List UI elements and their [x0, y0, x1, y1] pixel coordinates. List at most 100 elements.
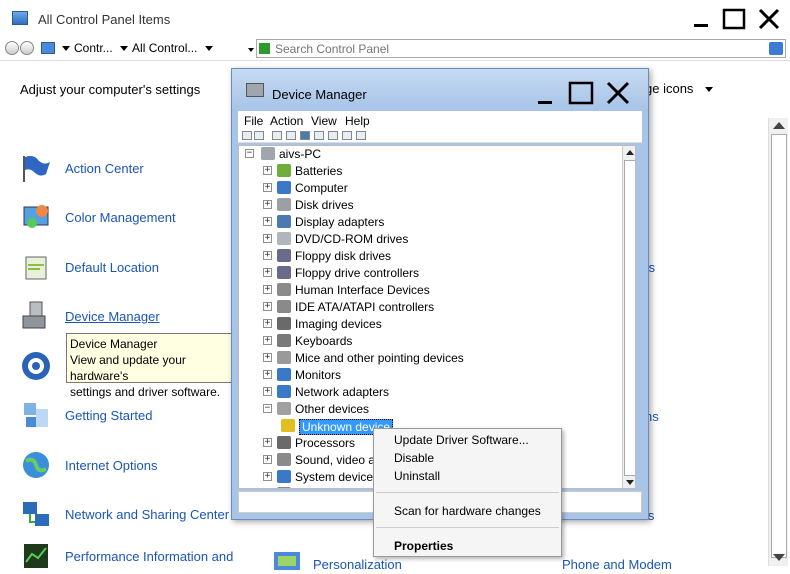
tree-label[interactable]: Monitors	[295, 368, 341, 382]
tree-label[interactable]: Display adapters	[295, 215, 384, 229]
globe-icon	[23, 452, 49, 478]
uninstall-menu-item[interactable]: Uninstall	[394, 469, 440, 483]
tree-label[interactable]: Mice and other pointing devices	[295, 351, 464, 365]
expand-icon[interactable]: +	[263, 251, 272, 260]
maximize-button[interactable]	[719, 6, 749, 32]
expand-icon[interactable]: +	[263, 387, 272, 396]
search-icon[interactable]	[769, 42, 783, 55]
control-panel-scrollbar[interactable]	[768, 118, 788, 566]
collapse-icon[interactable]: −	[263, 404, 272, 413]
back-icon[interactable]	[242, 131, 252, 140]
menu-file[interactable]: File	[244, 114, 263, 128]
breadcrumb-item[interactable]: All Control...	[132, 41, 197, 55]
back-icon[interactable]	[5, 41, 19, 55]
forward-icon[interactable]	[20, 41, 34, 55]
expand-icon[interactable]: +	[263, 268, 272, 277]
tree-scrollbar[interactable]	[622, 146, 635, 488]
cp-item-label[interactable]: Default Location	[65, 260, 159, 275]
expand-icon[interactable]: +	[263, 183, 272, 192]
expand-icon[interactable]: +	[263, 455, 272, 464]
dm-window-title: Device Manager	[272, 87, 367, 102]
cp-item-label[interactable]: Color Management	[65, 210, 176, 225]
view-by-selector[interactable]: ge icons	[645, 81, 717, 96]
tree-label[interactable]: Human Interface Devices	[295, 283, 430, 297]
cp-item-label[interactable]: Getting Started	[65, 408, 152, 423]
tree-label[interactable]: IDE ATA/ATAPI controllers	[295, 300, 434, 314]
tree-label[interactable]: Network adapters	[295, 385, 389, 399]
chevron-down-icon[interactable]	[705, 87, 714, 93]
show-hide-tree-icon[interactable]	[272, 131, 282, 140]
update-driver-icon[interactable]	[342, 131, 352, 140]
update-driver-menu-item[interactable]: Update Driver Software...	[394, 433, 529, 447]
dm-minimize-button[interactable]	[532, 79, 562, 109]
tree-label[interactable]: Keyboards	[295, 334, 352, 348]
device-category-icon	[277, 368, 291, 381]
device-category-icon	[277, 334, 291, 347]
scroll-up-icon[interactable]	[773, 122, 785, 129]
uninstall-icon[interactable]	[356, 131, 366, 140]
expand-icon[interactable]: +	[263, 319, 272, 328]
expand-icon[interactable]: +	[263, 438, 272, 447]
tree-label[interactable]: Processors	[295, 436, 355, 450]
cp-item-label[interactable]: Device Manager	[65, 309, 160, 324]
tree-label[interactable]: Other devices	[295, 402, 369, 416]
view-icon[interactable]	[314, 131, 324, 140]
scroll-thumb[interactable]	[771, 134, 787, 558]
tree-label[interactable]: Disk drives	[295, 198, 354, 212]
tree-label[interactable]: aivs-PC	[279, 147, 321, 161]
expand-icon[interactable]: +	[263, 217, 272, 226]
cp-item-label[interactable]: Internet Options	[65, 458, 158, 473]
close-button[interactable]	[754, 6, 784, 32]
menu-action[interactable]: Action	[270, 114, 303, 128]
menu-view[interactable]: View	[311, 114, 337, 128]
tree-label[interactable]: Universal Serial	[295, 487, 379, 488]
properties-icon[interactable]	[286, 131, 296, 140]
control-panel-small-icon	[41, 42, 55, 54]
tree-label[interactable]: Floppy drive controllers	[295, 266, 419, 280]
dm-maximize-button[interactable]	[566, 79, 596, 109]
expand-icon[interactable]: +	[263, 302, 272, 311]
search-input[interactable]	[275, 41, 765, 56]
scan-hardware-menu-item[interactable]: Scan for hardware changes	[394, 504, 541, 518]
expand-icon[interactable]: +	[263, 166, 272, 175]
device-manager-tooltip: Device Manager View and update your hard…	[66, 333, 248, 399]
tree-label[interactable]: Imaging devices	[295, 317, 382, 331]
properties-menu-item[interactable]: Properties	[394, 539, 453, 553]
cp-item-label[interactable]: Action Center	[65, 161, 144, 176]
expand-icon[interactable]: +	[263, 370, 272, 379]
ease-of-access-icon	[22, 352, 50, 380]
tree-label[interactable]: Computer	[295, 181, 348, 195]
cp-item-label[interactable]: Performance Information and	[65, 549, 233, 564]
tree-label[interactable]: DVD/CD-ROM drives	[295, 232, 408, 246]
device-category-icon	[277, 453, 291, 466]
menu-help[interactable]: Help	[345, 114, 370, 128]
scan-hardware-icon[interactable]	[328, 131, 338, 140]
help-icon[interactable]	[300, 131, 310, 140]
scroll-down-icon[interactable]	[626, 480, 634, 485]
minimize-button[interactable]	[687, 6, 717, 32]
expand-icon[interactable]: +	[263, 472, 272, 481]
tree-label[interactable]: Floppy disk drives	[295, 249, 391, 263]
go-icon[interactable]	[259, 43, 270, 54]
tree-label[interactable]: Batteries	[295, 164, 342, 178]
breadcrumb[interactable]: Contr... All Control...	[62, 41, 217, 55]
forward-icon[interactable]	[254, 131, 264, 140]
search-box[interactable]	[256, 39, 786, 58]
expand-icon[interactable]: +	[263, 353, 272, 362]
view-by-label[interactable]: ge icons	[645, 81, 693, 96]
cp-item-label[interactable]: Network and Sharing Center	[65, 507, 229, 522]
scroll-down-icon[interactable]	[773, 554, 785, 561]
expand-icon[interactable]: +	[263, 200, 272, 209]
expand-icon[interactable]: +	[263, 234, 272, 243]
address-dropdown-icon[interactable]	[248, 48, 254, 52]
expand-icon[interactable]: +	[263, 336, 272, 345]
expand-icon[interactable]: +	[263, 285, 272, 294]
chevron-down-icon[interactable]	[204, 46, 213, 52]
dm-close-button[interactable]	[604, 79, 634, 109]
breadcrumb-item[interactable]: Contr...	[74, 41, 113, 55]
scroll-up-icon[interactable]	[626, 150, 634, 155]
disable-menu-item[interactable]: Disable	[394, 451, 434, 465]
collapse-icon[interactable]: −	[245, 149, 254, 158]
tree-label[interactable]: System devices	[295, 470, 379, 484]
scroll-thumb[interactable]	[624, 160, 635, 476]
